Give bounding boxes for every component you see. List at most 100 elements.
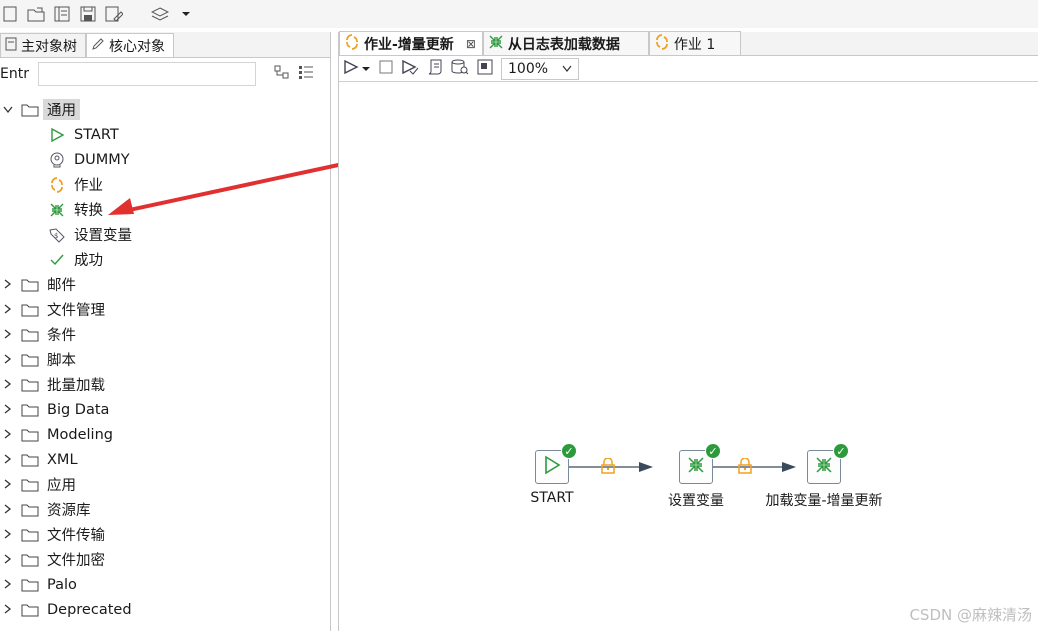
tree-folder-label: 条件: [47, 328, 76, 344]
tab-load-from-log-table[interactable]: 从日志表加载数据: [482, 31, 649, 55]
job-canvas[interactable]: ✓ START ✓ 设置变量 ✓ 加载变量-增量更新: [339, 82, 1038, 631]
tree-folder-label: Big Data: [47, 401, 110, 418]
chevron-right-icon[interactable]: [0, 353, 16, 367]
hop-arrow: [782, 462, 796, 472]
tree-folder[interactable]: 邮件: [0, 272, 330, 297]
start-play-icon: [48, 126, 66, 144]
tree-folder[interactable]: 资源库: [0, 497, 330, 522]
database-search-icon[interactable]: [451, 59, 469, 79]
chevron-right-icon[interactable]: [0, 403, 16, 417]
node-load-variables[interactable]: ✓: [807, 443, 849, 484]
job-icon: [654, 33, 670, 54]
tree-item-success[interactable]: 成功: [0, 247, 330, 272]
chevron-right-icon[interactable]: [0, 328, 16, 342]
chevron-right-icon[interactable]: [0, 603, 16, 617]
chevron-right-icon[interactable]: [0, 428, 16, 442]
save-as-icon[interactable]: [104, 4, 124, 24]
chevron-right-icon[interactable]: [0, 528, 16, 542]
chevron-right-icon[interactable]: [0, 378, 16, 392]
chevron-right-icon[interactable]: [0, 578, 16, 592]
folder-icon: [21, 278, 39, 292]
node-set-variables[interactable]: ✓: [679, 443, 721, 484]
explore-repository-icon[interactable]: [52, 4, 72, 24]
chevron-right-icon[interactable]: [0, 478, 16, 492]
tree-folder[interactable]: 应用: [0, 472, 330, 497]
search-label: Entr: [0, 66, 29, 82]
checkmark-icon: [48, 251, 66, 269]
tab-core-objects[interactable]: 核心对象: [86, 33, 174, 57]
transformation-icon: [814, 455, 834, 479]
chevron-down-icon: [562, 61, 572, 77]
set-variables-icon: $: [48, 226, 66, 244]
zoom-select[interactable]: 100%: [501, 57, 579, 80]
tree-folder-label: 文件加密: [47, 553, 105, 569]
open-folder-icon[interactable]: [26, 4, 46, 24]
tree-tab-icon: [5, 37, 17, 55]
script-icon[interactable]: [427, 59, 443, 79]
chevron-right-icon[interactable]: [0, 278, 16, 292]
tab-job-1[interactable]: 作业 1: [648, 31, 741, 55]
tab-main-object-tree[interactable]: 主对象树: [0, 33, 86, 57]
folder-icon: [21, 603, 39, 617]
tree-folder-label: 邮件: [47, 278, 76, 294]
tree-item-start[interactable]: START: [0, 122, 330, 147]
tree-folder-label: 文件传输: [47, 528, 105, 544]
folder-icon: [21, 428, 39, 442]
tree-folder[interactable]: 脚本: [0, 347, 330, 372]
tree-folder[interactable]: 文件管理: [0, 297, 330, 322]
tree-item-label: 作业: [74, 178, 103, 194]
pencil-icon: [91, 37, 105, 55]
tree-folder-label: Modeling: [47, 426, 113, 443]
new-file-icon[interactable]: [0, 4, 20, 24]
node-start[interactable]: ✓: [535, 443, 577, 484]
tree-item-set-variables[interactable]: $ 设置变量: [0, 222, 330, 247]
zoom-value: 100%: [508, 60, 549, 77]
node-label: START: [530, 490, 574, 506]
node-label: 设置变量: [668, 493, 724, 509]
svg-text:$: $: [54, 232, 58, 240]
success-check-icon: ✓: [705, 443, 721, 459]
save-icon[interactable]: [78, 4, 98, 24]
tree-folder[interactable]: 批量加载: [0, 372, 330, 397]
tree-folder[interactable]: Big Data: [0, 397, 330, 422]
tree-folder[interactable]: Deprecated: [0, 597, 330, 622]
verify-icon[interactable]: [401, 59, 419, 79]
stop-icon[interactable]: [379, 60, 393, 78]
folder-icon: [21, 503, 39, 517]
chevron-down-icon[interactable]: [0, 103, 16, 117]
tree-item-label: 设置变量: [74, 228, 132, 244]
run-icon[interactable]: [343, 59, 359, 79]
layers-icon[interactable]: [150, 4, 170, 24]
chevron-right-icon[interactable]: [0, 553, 16, 567]
tree-folder[interactable]: XML: [0, 447, 330, 472]
search-input[interactable]: [38, 62, 256, 86]
run-dropdown-icon[interactable]: [361, 61, 371, 77]
node-label: 加载变量-增量更新: [765, 493, 883, 509]
folder-icon: [21, 103, 39, 117]
chevron-right-icon[interactable]: [0, 303, 16, 317]
tree-folder[interactable]: Palo: [0, 572, 330, 597]
watermark: CSDN @麻辣清汤: [909, 606, 1032, 624]
dummy-head-icon: [48, 151, 66, 169]
lock-icon[interactable]: [601, 457, 615, 478]
tree-folder[interactable]: 条件: [0, 322, 330, 347]
transformation-icon: [686, 455, 706, 479]
tree-folder-general[interactable]: 通用: [0, 97, 330, 122]
layers-dropdown-icon[interactable]: [176, 4, 196, 24]
chevron-right-icon[interactable]: [0, 503, 16, 517]
tree-folder[interactable]: 文件传输: [0, 522, 330, 547]
folder-icon: [21, 303, 39, 317]
tree-item-label: 成功: [74, 253, 103, 269]
align-grid-icon[interactable]: [477, 59, 493, 79]
folder-icon: [21, 478, 39, 492]
tab-label: 主对象树: [21, 38, 77, 55]
main-toolbar: [0, 0, 1038, 28]
tree-folder[interactable]: Modeling: [0, 422, 330, 447]
collapse-all-icon[interactable]: [298, 65, 314, 83]
expand-all-icon[interactable]: [274, 65, 290, 83]
tree-folder[interactable]: 文件加密: [0, 547, 330, 572]
tab-job-incremental-update[interactable]: 作业-增量更新 ⊠: [339, 31, 483, 55]
lock-icon[interactable]: [738, 457, 752, 478]
chevron-right-icon[interactable]: [0, 453, 16, 467]
close-tab-icon[interactable]: ⊠: [466, 37, 476, 51]
